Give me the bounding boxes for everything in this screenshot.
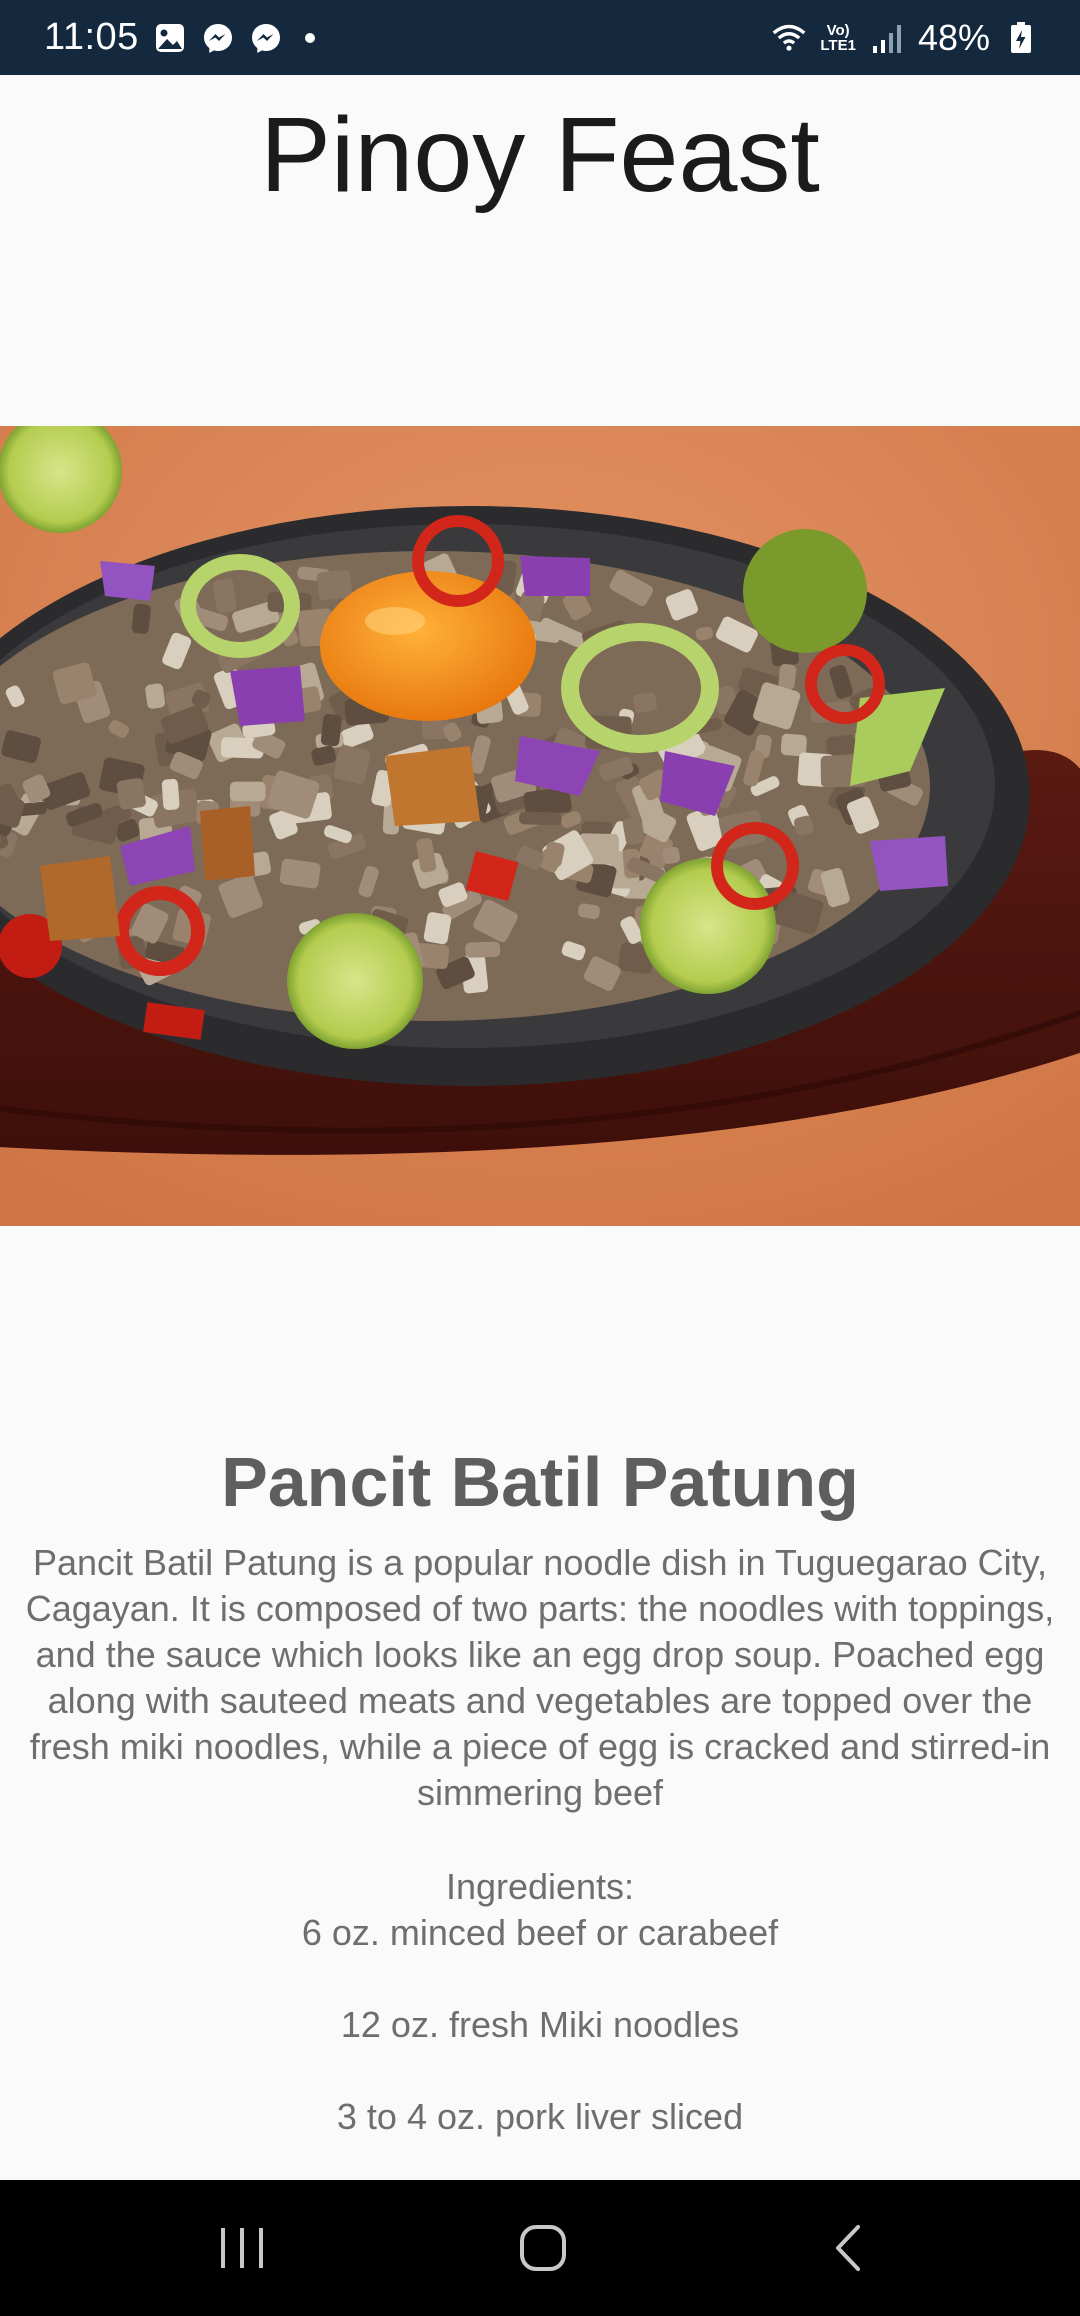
food-chunk bbox=[161, 778, 180, 811]
back-icon bbox=[836, 2225, 860, 2271]
signal-icon bbox=[870, 21, 904, 55]
recent-apps-icon bbox=[221, 2228, 263, 2268]
back-button[interactable] bbox=[768, 2180, 928, 2316]
recipe-description: Pancit Batil Patung is a popular noodle … bbox=[25, 1542, 1055, 1813]
food-chunk bbox=[116, 778, 146, 810]
home-icon bbox=[520, 2225, 566, 2271]
ingredient-item: 12 oz. fresh Miki noodles bbox=[340, 2004, 740, 2045]
recent-apps-button[interactable] bbox=[162, 2180, 322, 2316]
wifi-icon bbox=[772, 21, 806, 55]
volte-icon: Vo) LTE1 bbox=[820, 21, 856, 54]
ingredient-spacer bbox=[0, 1956, 1080, 2002]
system-nav-bar bbox=[0, 2180, 1080, 2316]
ingredient-item: 6 oz. minced beef or carabeef bbox=[301, 1912, 779, 1953]
food-chunk bbox=[465, 941, 501, 958]
home-button[interactable] bbox=[463, 2180, 623, 2316]
status-left: 11:05 bbox=[44, 16, 315, 59]
ingredients-section: Ingredients: 6 oz. minced beef or carabe… bbox=[0, 1864, 1080, 2140]
gallery-icon bbox=[153, 21, 187, 55]
status-right: Vo) LTE1 48% bbox=[772, 17, 1038, 59]
food-chunk bbox=[229, 781, 266, 802]
food-chunk bbox=[320, 713, 342, 747]
ingredients-label: Ingredients: bbox=[445, 1866, 635, 1907]
app-screen: 11:05 Vo) LTE1 48% Pinoy Feast Pancit Ba… bbox=[0, 0, 1080, 2316]
food-chunk bbox=[279, 858, 321, 889]
recipe-title: Pancit Batil Patung bbox=[221, 1443, 859, 1521]
messenger-icon bbox=[201, 21, 235, 55]
food-chunk bbox=[423, 912, 452, 945]
battery-icon bbox=[1004, 21, 1038, 55]
food-chunk bbox=[145, 683, 166, 709]
food-chunk bbox=[633, 692, 657, 713]
food-chunk bbox=[131, 603, 151, 634]
app-title: Pinoy Feast bbox=[260, 96, 820, 214]
battery-level: 48% bbox=[917, 16, 990, 58]
food-chunk bbox=[519, 811, 562, 826]
notification-dot-icon bbox=[304, 32, 315, 43]
messenger-icon bbox=[249, 21, 283, 55]
status-time: 11:05 bbox=[44, 16, 139, 58]
status-bar: 11:05 Vo) LTE1 48% bbox=[0, 0, 1080, 75]
ingredient-item: 3 to 4 oz. pork liver sliced bbox=[336, 2096, 744, 2137]
food-chunk bbox=[316, 569, 352, 601]
ingredient-spacer bbox=[0, 2048, 1080, 2094]
food-chunk bbox=[778, 663, 797, 690]
recipe-hero-image bbox=[0, 426, 1080, 1226]
